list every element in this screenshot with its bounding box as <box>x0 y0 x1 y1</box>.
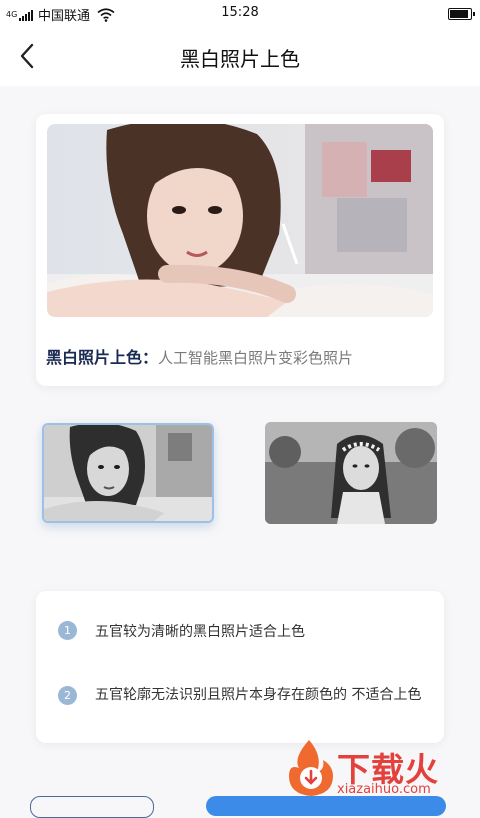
status-bar: 4G 中国联通 15:28 <box>0 0 480 26</box>
hero-photo-color <box>47 124 433 317</box>
flame-logo-icon <box>289 740 333 796</box>
tips-card: 1 五官较为清晰的黑白照片适合上色 2 五官轮廓无法识别且照片本身存在颜色的 不… <box>36 591 444 743</box>
tip-text: 五官轮廓无法识别且照片本身存在颜色的 不适合上色 <box>95 687 422 703</box>
bottom-button-primary[interactable] <box>206 796 446 816</box>
battery-icon <box>448 8 475 20</box>
caption-title: 黑白照片上色： <box>46 348 159 367</box>
tip-item: 1 五官较为清晰的黑白照片适合上色 <box>58 621 424 643</box>
page-title: 黑白照片上色 <box>180 47 300 71</box>
sample-photo-1[interactable] <box>42 423 214 523</box>
hero-image <box>47 124 433 317</box>
tip-number-badge: 2 <box>58 686 77 705</box>
status-time: 15:28 <box>221 5 259 20</box>
tip-text: 五官较为清晰的黑白照片适合上色 <box>95 624 305 640</box>
bottom-button-secondary[interactable] <box>30 796 154 818</box>
hero-caption: 黑白照片上色：人工智能黑白照片变彩色照片 <box>46 344 353 368</box>
tip-number-badge: 1 <box>58 621 77 640</box>
nav-bar: 黑白照片上色 <box>0 26 480 86</box>
tip-item: 2 五官轮廓无法识别且照片本身存在颜色的 不适合上色 <box>58 684 424 706</box>
hero-card: 黑白照片上色：人工智能黑白照片变彩色照片 <box>36 114 444 386</box>
sample-photo-bw-girl <box>265 422 437 524</box>
sample-photo-bw-woman <box>44 425 212 521</box>
watermark-url: xiazaihuo.com <box>337 782 431 797</box>
sample-photo-2[interactable] <box>265 422 437 524</box>
caption-description: 人工智能黑白照片变彩色照片 <box>158 349 354 367</box>
watermark: 下载火 xiazaihuo.com <box>283 738 479 800</box>
